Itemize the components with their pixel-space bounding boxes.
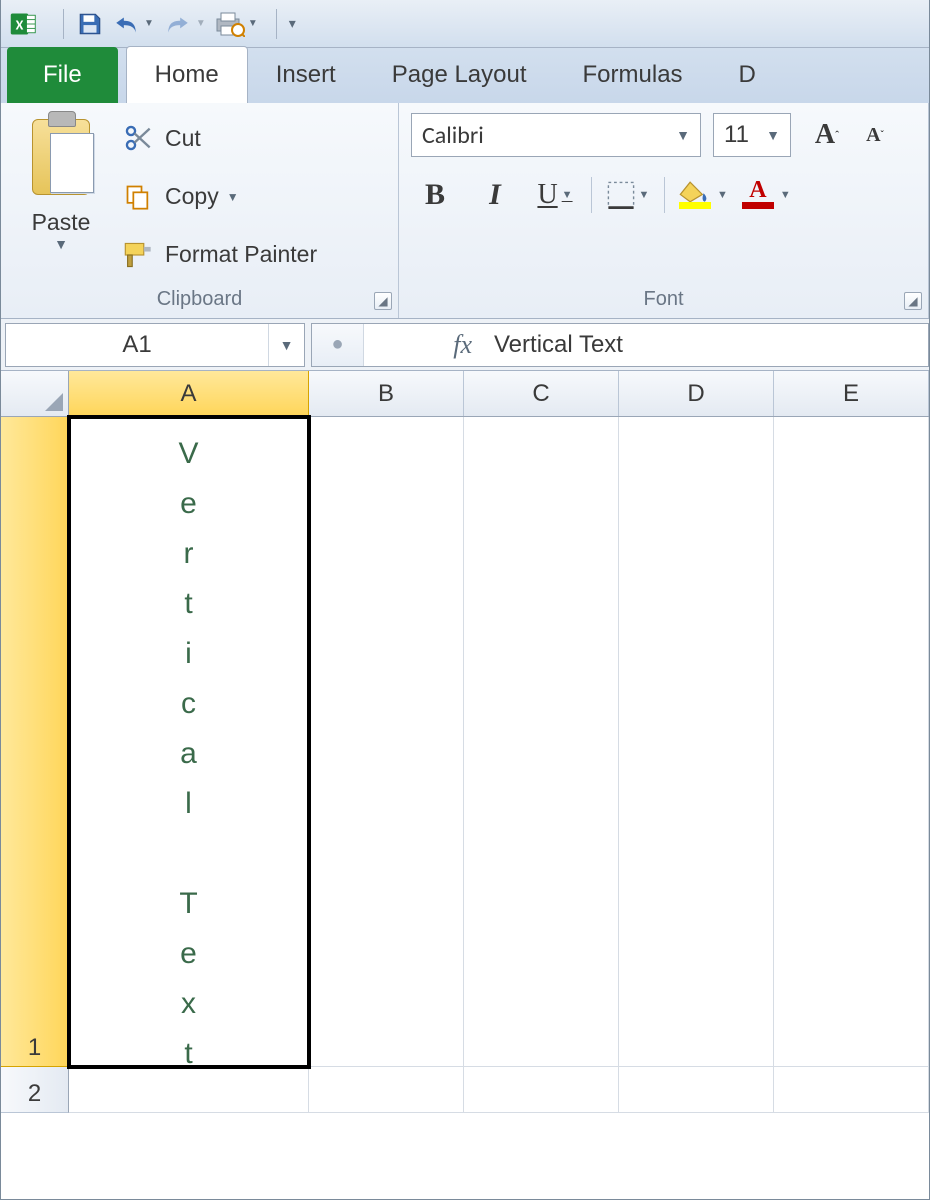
cell-B2[interactable] <box>309 1067 464 1113</box>
ribbon-tabs: File Home Insert Page Layout Formulas D <box>1 48 929 103</box>
paste-icon <box>26 115 96 203</box>
font-size-dropdown[interactable]: ▼ <box>766 127 780 143</box>
borders-dropdown[interactable]: ▼ <box>639 189 650 201</box>
qat-separator <box>63 9 64 39</box>
borders-button[interactable]: ▼ <box>604 173 652 217</box>
font-color-button[interactable]: A ▼ <box>740 173 791 217</box>
row-header-2[interactable]: 2 <box>1 1067 69 1113</box>
title-bar: X ▼ ▼ ▼ ▾ <box>1 0 929 48</box>
excel-window: X ▼ ▼ ▼ ▾ File Home Insert Page Layout F… <box>0 0 930 1200</box>
redo-icon[interactable] <box>162 8 194 40</box>
font-size-combo[interactable]: 11 ▼ <box>713 113 791 157</box>
formula-bar[interactable]: ● fx Vertical Text <box>311 323 929 367</box>
tab-data-partial[interactable]: D <box>711 47 784 103</box>
copy-label: Copy <box>165 183 219 210</box>
format-painter-icon <box>121 239 155 271</box>
font-dialog-launcher[interactable]: ◢ <box>904 292 922 310</box>
print-dropdown[interactable]: ▼ <box>248 18 258 29</box>
formula-bar-buttons: ● <box>312 324 364 366</box>
name-box[interactable]: A1 ▼ <box>5 323 305 367</box>
column-header-B[interactable]: B <box>309 371 464 416</box>
column-headers-row: ABCDE <box>1 371 929 417</box>
undo-dropdown[interactable]: ▼ <box>144 18 154 29</box>
copy-dropdown[interactable]: ▼ <box>227 190 239 204</box>
ribbon: Paste ▼ Cut Copy ▼ <box>1 103 929 319</box>
clipboard-caption: Clipboard ◢ <box>1 284 398 318</box>
column-header-D[interactable]: D <box>619 371 774 416</box>
italic-button[interactable]: I <box>471 173 519 217</box>
copy-button[interactable]: Copy ▼ <box>121 175 392 219</box>
excel-logo-icon: X <box>9 10 37 38</box>
underline-dropdown[interactable]: ▼ <box>562 189 573 201</box>
row-header-1[interactable]: 1 <box>1 417 69 1067</box>
fx-icon[interactable]: fx <box>364 330 484 360</box>
cut-button[interactable]: Cut <box>121 116 392 160</box>
svg-text:X: X <box>16 16 24 33</box>
save-icon[interactable] <box>74 8 106 40</box>
fill-color-icon <box>677 181 713 209</box>
tab-page-layout[interactable]: Page Layout <box>364 47 555 103</box>
font-name-combo[interactable]: Calibri ▼ <box>411 113 701 157</box>
formula-bar-value[interactable]: Vertical Text <box>484 331 928 359</box>
underline-button[interactable]: U▼ <box>531 173 579 217</box>
paste-label: Paste <box>32 209 91 236</box>
fill-color-dropdown[interactable]: ▼ <box>717 189 728 201</box>
select-all-corner[interactable] <box>1 371 69 416</box>
tab-file[interactable]: File <box>7 47 118 103</box>
column-header-C[interactable]: C <box>464 371 619 416</box>
name-box-dropdown[interactable]: ▼ <box>268 324 304 366</box>
cell-D1[interactable] <box>619 417 774 1067</box>
paste-button[interactable]: Paste ▼ <box>9 109 113 284</box>
cell-C1[interactable] <box>464 417 619 1067</box>
paste-dropdown[interactable]: ▼ <box>54 236 68 252</box>
group-font: Calibri ▼ 11 ▼ Aˆ Aˇ <box>399 103 929 318</box>
cut-label: Cut <box>165 125 201 152</box>
fill-color-button[interactable]: ▼ <box>677 173 728 217</box>
grow-font-button[interactable]: Aˆ <box>805 113 849 157</box>
font-separator-2 <box>664 177 665 213</box>
cell-E2[interactable] <box>774 1067 929 1113</box>
cell-content-vertical: Vertical Text <box>69 417 308 1066</box>
scissors-icon <box>121 122 155 154</box>
column-header-A[interactable]: A <box>69 371 309 416</box>
tab-formulas[interactable]: Formulas <box>555 47 711 103</box>
column-header-E[interactable]: E <box>774 371 929 416</box>
font-separator-1 <box>591 177 592 213</box>
cell-C2[interactable] <box>464 1067 619 1113</box>
formula-bar-row: A1 ▼ ● fx Vertical Text <box>1 319 929 371</box>
qat-separator-2 <box>276 9 277 39</box>
format-painter-label: Format Painter <box>165 241 317 268</box>
cell-E1[interactable] <box>774 417 929 1067</box>
tab-home[interactable]: Home <box>126 46 248 103</box>
copy-icon <box>121 181 155 213</box>
name-box-value: A1 <box>6 331 268 359</box>
customize-qat-dropdown[interactable]: ▾ <box>289 15 296 32</box>
cell-D2[interactable] <box>619 1067 774 1113</box>
font-caption: Font ◢ <box>399 284 928 318</box>
cell-B1[interactable] <box>309 417 464 1067</box>
format-painter-button[interactable]: Format Painter <box>121 233 392 277</box>
cell-A1[interactable]: Vertical Text <box>69 417 309 1067</box>
bold-button[interactable]: B <box>411 173 459 217</box>
shrink-font-button[interactable]: Aˇ <box>853 113 897 157</box>
font-color-icon: A <box>740 181 776 209</box>
grid-rows: 1Vertical Text2 <box>1 417 929 1199</box>
font-size-value: 11 <box>724 121 749 149</box>
tab-insert[interactable]: Insert <box>248 47 364 103</box>
clipboard-dialog-launcher[interactable]: ◢ <box>374 292 392 310</box>
worksheet: ABCDE 1Vertical Text2 <box>1 371 929 1199</box>
font-color-dropdown[interactable]: ▼ <box>780 189 791 201</box>
redo-dropdown[interactable]: ▼ <box>196 18 206 29</box>
undo-icon[interactable] <box>110 8 142 40</box>
font-name-value: Calibri <box>422 121 484 150</box>
group-clipboard: Paste ▼ Cut Copy ▼ <box>1 103 399 318</box>
print-preview-icon[interactable] <box>214 8 246 40</box>
font-name-dropdown[interactable]: ▼ <box>676 127 690 143</box>
